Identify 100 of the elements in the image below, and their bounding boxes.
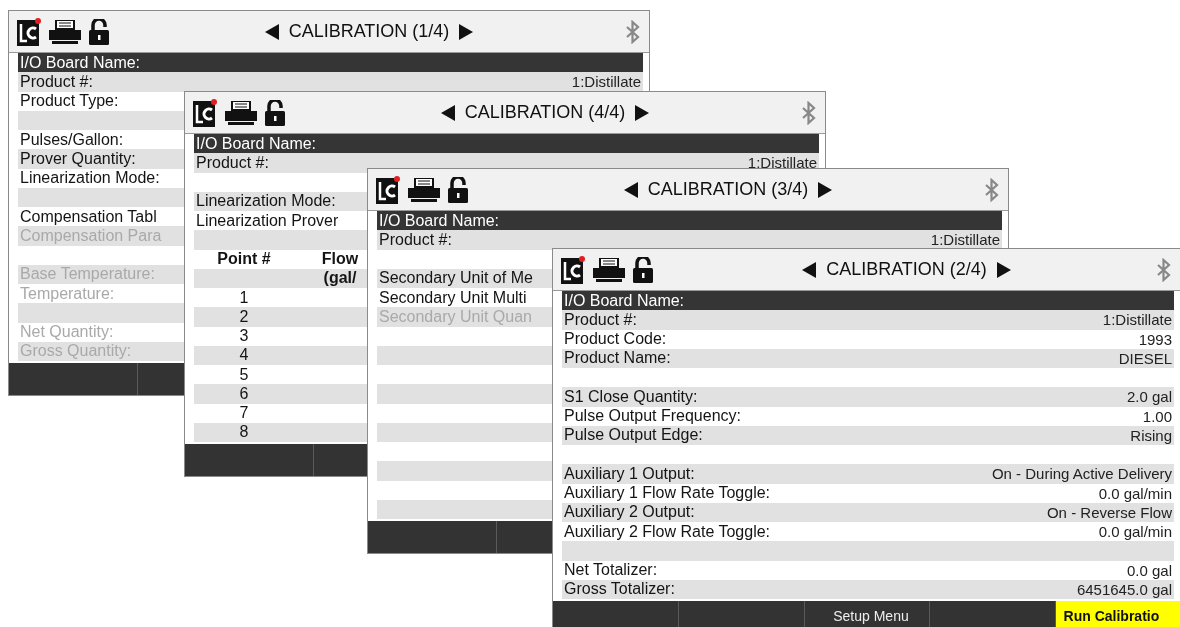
list-row[interactable]: Product #: 1:Distillate [377, 230, 1002, 250]
screen-title: CALIBRATION (2/4) [826, 259, 987, 280]
list-row[interactable]: Net Totalizer: 0.0 gal [562, 560, 1174, 580]
field-label: Product Name: [564, 349, 671, 368]
screen-title: CALIBRATION (3/4) [647, 179, 809, 200]
bluetooth-icon[interactable] [1156, 257, 1172, 282]
list-row[interactable]: Gross Totalizer: 6451645.0 gal [562, 579, 1174, 599]
printer-icon[interactable] [408, 177, 440, 202]
field-value: On - During Active Delivery [991, 465, 1172, 483]
field-value: 0.0 gal [1126, 561, 1172, 579]
list-row[interactable]: Pulse Output Edge: Rising [562, 425, 1174, 445]
list-row[interactable]: Product #: 1:Distillate [18, 72, 643, 92]
list-row[interactable]: Product Name: DIESEL [562, 348, 1174, 368]
field-label: Product Type: [20, 92, 119, 111]
next-page-button[interactable] [996, 261, 1011, 278]
field-label: S1 Close Quantity: [564, 387, 698, 406]
field-label: Auxiliary 1 Output: [564, 464, 695, 483]
list-row[interactable]: Prover Quantity: [18, 149, 184, 169]
field-value: 1:Distillate [747, 154, 817, 172]
bluetooth-icon[interactable] [625, 19, 641, 44]
field-value: 1993 [1138, 330, 1172, 348]
logo-icon [561, 255, 585, 284]
section-header: I/O Board Name: [562, 291, 1174, 311]
field-label: Pulse Output Edge: [564, 426, 703, 445]
list-row[interactable]: Auxiliary 1 Flow Rate Toggle: 0.0 gal/min [562, 483, 1174, 503]
field-label: Linearization Mode: [196, 192, 336, 211]
field-label: Temperature: [20, 284, 115, 303]
field-value: 1:Distillate [1102, 311, 1172, 329]
table-cell: 1 [239, 288, 249, 307]
column-header: Flow [321, 250, 359, 269]
table-cell: 8 [239, 423, 249, 442]
logo-icon [193, 98, 217, 127]
unlocked-padlock-icon[interactable] [89, 18, 109, 45]
bluetooth-icon[interactable] [801, 100, 817, 125]
next-page-button[interactable] [459, 23, 474, 40]
logo-icon [17, 17, 41, 46]
list-row[interactable]: S1 Close Quantity: 2.0 gal [562, 387, 1174, 407]
next-page-button[interactable] [635, 104, 650, 121]
table-cell: 4 [239, 346, 249, 365]
field-label: Linearization Prover [196, 211, 339, 230]
list-row[interactable]: Auxiliary 2 Output: On - Reverse Flow [562, 502, 1174, 522]
field-label: Pulses/Gallon: [20, 130, 124, 149]
previous-page-button[interactable] [623, 181, 638, 198]
next-page-button[interactable] [818, 181, 833, 198]
field-value: 1:Distillate [571, 73, 641, 91]
table-cell: 5 [239, 365, 249, 384]
table-cell: 6 [239, 384, 249, 403]
field-label: Product Code: [564, 330, 667, 349]
field-label: Product #: [20, 72, 93, 91]
printer-icon[interactable] [49, 19, 81, 44]
logo-icon [376, 175, 400, 204]
list-row[interactable]: Secondary Unit of Me [377, 268, 552, 288]
section-header: I/O Board Name: [377, 211, 1002, 231]
previous-page-button[interactable] [440, 104, 455, 121]
printer-icon[interactable] [225, 100, 257, 125]
list-row[interactable]: Auxiliary 1 Output: On - During Active Delivery [562, 464, 1174, 484]
field-value: 6451645.0 gal [1076, 580, 1172, 598]
field-label: Compensation Tabl [20, 207, 157, 226]
table-cell: 7 [239, 404, 249, 423]
previous-page-button[interactable] [264, 23, 279, 40]
field-label: Linearization Mode: [20, 169, 160, 188]
field-value: 2.0 gal [1126, 388, 1172, 406]
field-label: Gross Quantity: [20, 342, 132, 361]
field-label: Auxiliary 2 Flow Rate Toggle: [564, 522, 771, 541]
section-header: I/O Board Name: [194, 134, 819, 154]
previous-page-button[interactable] [802, 261, 817, 278]
list-row[interactable]: Linearization Mode: [194, 191, 367, 211]
field-label: Product #: [379, 230, 452, 249]
field-label: Compensation Para [20, 226, 162, 245]
field-label: Net Quantity: [20, 323, 114, 342]
field-label: Gross Totalizer: [564, 580, 675, 599]
list-row[interactable]: Pulse Output Frequency: 1.00 [562, 406, 1174, 426]
table-cell: 3 [239, 327, 249, 346]
field-label: Product #: [564, 310, 637, 329]
section-header: I/O Board Name: [18, 53, 643, 73]
field-label: Secondary Unit Multi [379, 288, 527, 307]
field-value: DIESEL [1118, 349, 1172, 367]
field-label: Product #: [196, 153, 269, 172]
field-value: 1.00 [1142, 407, 1172, 425]
unlocked-padlock-icon[interactable] [448, 176, 468, 203]
field-label: Pulse Output Frequency: [564, 407, 741, 426]
field-label: Base Temperature: [20, 265, 155, 284]
bluetooth-icon[interactable] [984, 177, 1000, 202]
unlocked-padlock-icon[interactable] [633, 256, 653, 283]
field-label: Net Totalizer: [564, 561, 658, 580]
column-header: Point # [217, 250, 271, 269]
field-value: 1:Distillate [930, 231, 1000, 249]
field-label: Prover Quantity: [20, 149, 136, 168]
field-label: Auxiliary 1 Flow Rate Toggle: [564, 484, 771, 503]
column-header: (gal/ [323, 269, 357, 288]
field-value: 0.0 gal/min [1098, 523, 1172, 541]
screen-title: CALIBRATION (1/4) [288, 21, 450, 42]
list-row[interactable]: Auxiliary 2 Flow Rate Toggle: 0.0 gal/min [562, 522, 1174, 542]
printer-icon[interactable] [593, 257, 625, 282]
field-value: 0.0 gal/min [1098, 484, 1172, 502]
softkey-button[interactable]: Run Calibratio [1054, 601, 1180, 627]
list-row[interactable]: Product #: 1:Distillate [562, 310, 1174, 330]
table-cell: 2 [239, 307, 249, 326]
unlocked-padlock-icon[interactable] [265, 99, 285, 126]
field-value: Rising [1130, 426, 1172, 444]
